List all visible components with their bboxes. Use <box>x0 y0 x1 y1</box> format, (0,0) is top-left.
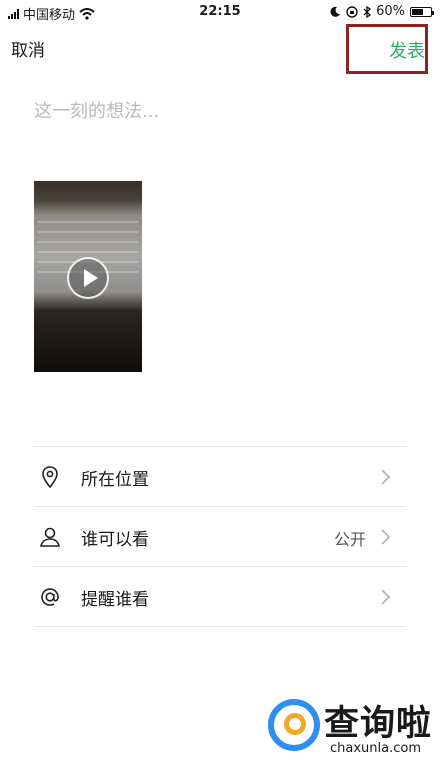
battery-icon <box>410 6 434 17</box>
option-label: 所在位置 <box>81 470 149 490</box>
video-thumbnail[interactable] <box>34 181 142 372</box>
option-location[interactable]: 所在位置 <box>34 447 406 506</box>
status-bar: 中国移动 22:15 60% <box>0 0 440 24</box>
watermark-name: 查询啦 <box>324 703 433 744</box>
watermark: 查询啦 chaxunla.com <box>268 695 438 760</box>
option-mention[interactable]: 提醒谁看 <box>34 567 406 626</box>
publish-button[interactable]: 发表 <box>389 37 425 63</box>
bluetooth-icon <box>363 5 372 18</box>
location-pin-icon <box>42 466 58 489</box>
at-sign-icon <box>41 588 59 606</box>
thought-input[interactable]: 这一刻的想法... <box>34 97 159 123</box>
play-icon[interactable] <box>67 257 109 299</box>
status-right: 60% <box>330 4 434 19</box>
option-value: 公开 <box>333 530 366 549</box>
option-label: 谁可以看 <box>81 530 149 550</box>
orientation-lock-icon <box>346 5 358 18</box>
option-label: 提醒谁看 <box>81 590 149 610</box>
divider <box>34 626 406 627</box>
chevron-right-icon <box>381 589 391 605</box>
battery-percent: 60% <box>376 4 405 19</box>
moon-icon <box>330 6 341 17</box>
publish-highlight-box[interactable]: 发表 <box>346 24 428 74</box>
person-icon <box>40 527 60 547</box>
cancel-button[interactable]: 取消 <box>11 36 45 61</box>
watermark-url: chaxunla.com <box>330 741 421 756</box>
chevron-right-icon <box>381 529 391 545</box>
option-visibility[interactable]: 谁可以看 公开 <box>34 507 406 566</box>
watermark-logo-icon <box>268 699 320 751</box>
chevron-right-icon <box>381 469 391 485</box>
